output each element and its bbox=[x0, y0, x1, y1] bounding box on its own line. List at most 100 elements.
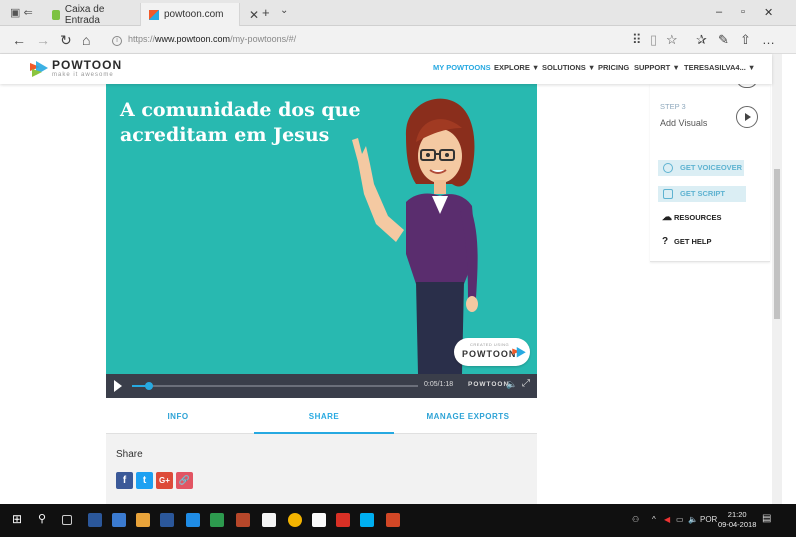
twitter-share-button[interactable]: t bbox=[136, 472, 153, 489]
volume-icon[interactable]: 🔈 bbox=[506, 379, 517, 390]
nav-explore[interactable]: EXPLORE ▼ bbox=[494, 63, 539, 72]
favorite-star-icon[interactable]: ☆ bbox=[666, 32, 678, 48]
link-share-button[interactable]: 🔗 bbox=[176, 472, 193, 489]
tab-share[interactable]: SHARE bbox=[254, 412, 394, 421]
reading-view-icon[interactable]: ⠿ bbox=[632, 32, 642, 48]
get-script-label: GET SCRIPT bbox=[680, 189, 726, 198]
watermark-logo-icon bbox=[512, 347, 526, 358]
time-display: 0:05/1:18 bbox=[424, 381, 454, 388]
book-icon[interactable]: ▯ bbox=[650, 32, 657, 48]
browser-tabbar: ▣ ⇐ Caixa de Entrada powtoon.com ✕ + ⌄ –… bbox=[0, 0, 796, 26]
share-icon[interactable]: ⇧ bbox=[740, 32, 751, 48]
video-player[interactable]: A comunidade dos que acreditam em Jesus bbox=[106, 84, 537, 374]
video-title-line2: acreditam em Jesus bbox=[120, 124, 330, 146]
chevron-down-icon[interactable]: ⌄ bbox=[280, 5, 288, 16]
nav-support[interactable]: SUPPORT ▼ bbox=[634, 63, 680, 72]
powerpoint-icon[interactable] bbox=[386, 513, 400, 527]
url-field[interactable]: i https://www.powtoon.com/my-powtoons/#/ bbox=[112, 34, 296, 46]
resources-link[interactable]: ☁ RESOURCES bbox=[662, 212, 722, 223]
scrollbar-thumb[interactable] bbox=[774, 169, 780, 319]
maximize-button[interactable]: ▫ bbox=[741, 6, 745, 18]
url-host: www.powtoon.com bbox=[155, 34, 231, 44]
nav-solutions[interactable]: SOLUTIONS ▼ bbox=[542, 63, 595, 72]
watermark-small: CREATED USING bbox=[470, 342, 510, 347]
get-script-button[interactable]: GET SCRIPT bbox=[658, 186, 746, 202]
refresh-icon[interactable]: ↻ bbox=[60, 32, 72, 49]
language-indicator[interactable]: POR bbox=[700, 515, 717, 524]
clock[interactable]: 21:20 09-04-2018 bbox=[718, 510, 756, 530]
network-icon[interactable]: ▭ bbox=[676, 515, 684, 524]
back-icon[interactable]: ← bbox=[12, 32, 26, 48]
app-icon[interactable] bbox=[160, 513, 174, 527]
panel-tabs: INFO SHARE MANAGE EXPORTS bbox=[106, 398, 538, 435]
progress-track[interactable] bbox=[132, 382, 418, 390]
facebook-share-button[interactable]: f bbox=[116, 472, 133, 489]
close-tab-icon[interactable]: ✕ bbox=[249, 8, 259, 22]
windows-taskbar: ⊞ ⚲ ⚇ ^ ◀ ▭ 🔈 POR 21:20 09-04-2018 ▤ bbox=[0, 504, 796, 537]
get-voiceover-button[interactable]: GET VOICEOVER bbox=[658, 160, 744, 176]
explorer-icon[interactable] bbox=[112, 513, 126, 527]
player-brand: POWTOON bbox=[468, 381, 510, 388]
more-icon[interactable]: … bbox=[762, 32, 775, 47]
url-prefix: https:// bbox=[128, 34, 156, 44]
googleplus-share-button[interactable]: G+ bbox=[156, 472, 173, 489]
tab-powtoon[interactable]: powtoon.com ✕ bbox=[140, 3, 259, 26]
get-help-link[interactable]: ? GET HELP bbox=[662, 236, 712, 247]
page-scrollbar[interactable] bbox=[772, 54, 782, 504]
app-icon[interactable] bbox=[136, 513, 150, 527]
character-illustration bbox=[352, 98, 478, 374]
share-label: Share bbox=[116, 449, 143, 460]
access-icon[interactable] bbox=[236, 513, 250, 527]
help-icon: ? bbox=[662, 236, 669, 247]
right-panel: STEP 3 Add Visuals GET VOICEOVER GET SCR… bbox=[650, 78, 770, 262]
share-section: Share f t G+ 🔗 bbox=[106, 434, 537, 504]
progress-knob[interactable] bbox=[145, 382, 154, 390]
info-icon: i bbox=[112, 36, 122, 46]
tab-inbox[interactable]: Caixa de Entrada bbox=[44, 3, 134, 26]
chrome-icon[interactable] bbox=[288, 513, 302, 527]
acrobat-icon[interactable] bbox=[336, 513, 350, 527]
get-voiceover-label: GET VOICEOVER bbox=[680, 163, 743, 172]
tab-info[interactable]: INFO bbox=[108, 412, 248, 421]
skype-icon[interactable] bbox=[360, 513, 374, 527]
edge-icon[interactable] bbox=[186, 513, 200, 527]
resources-label: RESOURCES bbox=[674, 213, 722, 222]
minimize-button[interactable]: – bbox=[716, 6, 722, 18]
powtoon-watermark[interactable]: CREATED USING POWTOON bbox=[454, 338, 530, 366]
word-icon[interactable] bbox=[88, 513, 102, 527]
clock-time: 21:20 bbox=[727, 510, 747, 519]
forward-icon[interactable]: → bbox=[36, 32, 50, 48]
resources-icon: ☁ bbox=[662, 212, 672, 223]
action-center-icon[interactable]: ▤ bbox=[762, 513, 771, 524]
screen: ▣ ⇐ Caixa de Entrada powtoon.com ✕ + ⌄ –… bbox=[0, 0, 796, 537]
search-icon[interactable]: ⚲ bbox=[38, 512, 52, 526]
show-hidden-icons[interactable]: ^ bbox=[652, 515, 656, 524]
new-tab-button[interactable]: + bbox=[262, 5, 270, 20]
favorites-hub-icon[interactable]: ✰ bbox=[696, 32, 707, 48]
notification-alert-icon[interactable]: ◀ bbox=[664, 515, 670, 524]
site-header: POWTOON make it awesome MY POWTOONS EXPL… bbox=[0, 54, 772, 84]
mail-icon[interactable] bbox=[312, 513, 326, 527]
pen-icon[interactable]: ✎ bbox=[718, 32, 729, 48]
script-icon bbox=[663, 189, 673, 199]
tab-actions-icon[interactable]: ▣ ⇐ bbox=[10, 6, 33, 19]
step-number: STEP 3 bbox=[660, 102, 686, 111]
store-icon[interactable] bbox=[262, 513, 276, 527]
fullscreen-icon[interactable]: ⤢ bbox=[522, 378, 530, 389]
windows-start-icon[interactable]: ⊞ bbox=[12, 512, 26, 526]
step-play-button[interactable] bbox=[736, 106, 758, 128]
close-window-button[interactable]: ✕ bbox=[764, 6, 773, 19]
home-icon[interactable]: ⌂ bbox=[82, 32, 90, 48]
nav-pricing[interactable]: PRICING bbox=[598, 63, 629, 72]
tab-manage-exports[interactable]: MANAGE EXPORTS bbox=[398, 412, 538, 421]
excel-icon[interactable] bbox=[210, 513, 224, 527]
url-path: /my-powtoons/#/ bbox=[230, 34, 297, 44]
volume-tray-icon[interactable]: 🔈 bbox=[688, 515, 698, 524]
nav-my-powtoons[interactable]: MY POWTOONS bbox=[433, 63, 491, 72]
clock-date: 09-04-2018 bbox=[718, 520, 757, 529]
play-icon[interactable] bbox=[114, 380, 122, 392]
video-title: A comunidade dos que acreditam em Jesus bbox=[120, 98, 361, 148]
people-icon[interactable]: ⚇ bbox=[632, 515, 639, 524]
nav-user-menu[interactable]: TERESASILVA4... ▼ bbox=[684, 63, 755, 72]
task-view-icon[interactable] bbox=[62, 515, 72, 525]
